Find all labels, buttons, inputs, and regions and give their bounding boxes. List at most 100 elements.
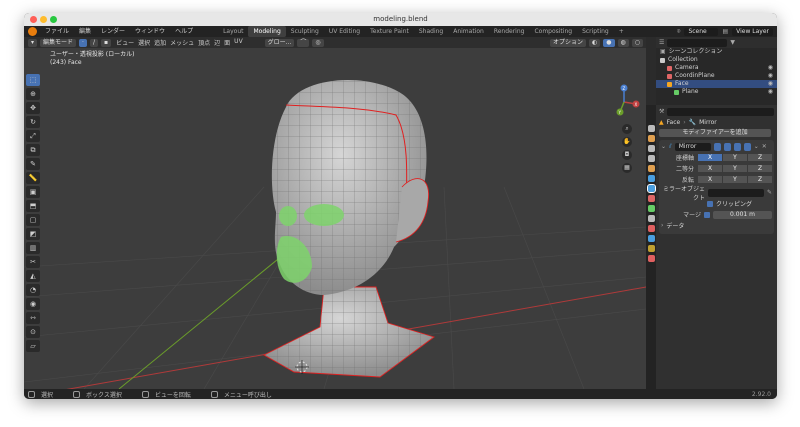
view-layer-field[interactable]: View Layer — [732, 27, 773, 36]
visibility-eye-icon[interactable]: ◉ — [768, 88, 773, 96]
blender-logo-icon[interactable] — [28, 27, 37, 36]
properties-tab-icon-11[interactable] — [647, 235, 655, 242]
shear-tool-icon[interactable]: ▱ — [26, 340, 40, 352]
edit-mode-toggle[interactable] — [713, 142, 721, 151]
add-workspace-button[interactable]: + — [614, 26, 629, 37]
menu-2[interactable]: レンダー — [96, 26, 130, 37]
axis-gizmo-icon[interactable]: X Y Z — [610, 82, 640, 122]
bevel-tool-icon[interactable]: ◩ — [26, 228, 40, 240]
head-mesh[interactable] — [271, 80, 430, 295]
viewport-menu-3[interactable]: メッシュ — [168, 38, 196, 47]
zoom-window-button[interactable] — [50, 16, 57, 23]
close-icon[interactable]: ✕ — [762, 143, 767, 150]
outliner-search-input[interactable] — [667, 38, 728, 47]
tab-sculpting[interactable]: Sculpting — [286, 26, 324, 37]
orientation-dropdown[interactable]: グロー... — [264, 38, 295, 47]
left-eye-selection[interactable] — [304, 204, 344, 226]
axis-toggle-x[interactable]: X — [698, 176, 722, 183]
properties-tab-icon-10[interactable] — [647, 225, 655, 232]
tab-layout[interactable]: Layout — [218, 26, 248, 37]
zoom-icon[interactable]: ⌕ — [622, 124, 632, 134]
visibility-eye-icon[interactable]: ◉ — [768, 64, 773, 72]
properties-editor-icon[interactable]: ⚒ — [659, 108, 664, 115]
vertex-select-button[interactable]: · — [79, 38, 87, 47]
viewport-menu-2[interactable]: 追加 — [152, 38, 168, 47]
menu-0[interactable]: ファイル — [40, 26, 74, 37]
tab-modeling[interactable]: Modeling — [248, 26, 286, 37]
smooth-tool-icon[interactable]: ◉ — [26, 298, 40, 310]
scene-field[interactable]: Scene — [684, 27, 719, 36]
viewport-menu-5[interactable]: 辺 — [212, 38, 222, 47]
visibility-eye-icon[interactable]: ◉ — [768, 80, 773, 88]
perspective-toggle-icon[interactable]: ▦ — [622, 163, 632, 173]
properties-tab-icon-8[interactable] — [647, 205, 655, 212]
properties-tab-icon-3[interactable] — [647, 155, 655, 162]
axis-toggle-x[interactable]: X — [698, 154, 722, 161]
material-shading-button[interactable]: ◍ — [617, 38, 629, 47]
edge-select-button[interactable]: / — [89, 38, 98, 47]
axis-toggle-y[interactable]: Y — [723, 176, 747, 183]
properties-tab-icon-5[interactable] — [647, 175, 655, 182]
properties-tab-icon-7[interactable] — [647, 195, 655, 202]
merge-checkbox[interactable] — [704, 211, 710, 218]
clipping-checkbox[interactable] — [707, 200, 713, 207]
tab-compositing[interactable]: Compositing — [529, 26, 577, 37]
viewport-toggle[interactable] — [733, 142, 741, 151]
menu-1[interactable]: 編集 — [74, 26, 96, 37]
tab-animation[interactable]: Animation — [448, 26, 489, 37]
measure-tool-icon[interactable]: 📏 — [26, 172, 40, 184]
properties-tab-icon-12[interactable] — [647, 245, 655, 252]
cage-toggle[interactable] — [723, 142, 731, 151]
mode-dropdown[interactable]: 編集モード — [40, 38, 77, 47]
neck-mesh[interactable] — [263, 286, 435, 378]
tab-rendering[interactable]: Rendering — [489, 26, 530, 37]
rendered-shading-button[interactable]: ○ — [631, 38, 643, 47]
modifier-name-field[interactable]: Mirror — [674, 142, 711, 151]
outliner-item-camera[interactable]: Camera ◉ — [656, 64, 777, 72]
tab-shading[interactable]: Shading — [414, 26, 448, 37]
properties-tab-icon-9[interactable] — [647, 215, 655, 222]
overlays-button[interactable]: ◐ — [589, 38, 601, 47]
menu-3[interactable]: ウィンドウ — [130, 26, 170, 37]
navigation-gizmo[interactable]: X Y Z ⌕ ✋ ◘ ▦ — [610, 82, 640, 173]
axis-toggle-z[interactable]: Z — [748, 176, 772, 183]
proportional-edit-icon[interactable]: ◎ — [312, 38, 324, 47]
edge-slide-tool-icon[interactable]: ⇿ — [26, 312, 40, 324]
properties-tab-icon-1[interactable] — [647, 135, 655, 142]
spin-tool-icon[interactable]: ◔ — [26, 284, 40, 296]
minimize-window-button[interactable] — [40, 16, 47, 23]
viewport-menu-4[interactable]: 頂点 — [196, 38, 212, 47]
extrude-tool-icon[interactable]: ⬒ — [26, 200, 40, 212]
mirror-object-field[interactable] — [708, 188, 764, 197]
properties-tab-icon-6[interactable] — [646, 184, 656, 193]
pan-hand-icon[interactable]: ✋ — [622, 137, 632, 147]
cursor-tool-icon[interactable]: ⊕ — [26, 88, 40, 100]
collapse-icon[interactable]: ⌄ — [661, 143, 666, 150]
axis-toggle-z[interactable]: Z — [748, 165, 772, 172]
axis-toggle-y[interactable]: Y — [723, 165, 747, 172]
chevron-down-icon[interactable]: ⌄ — [754, 143, 759, 150]
data-subpanel[interactable]: › データ — [661, 221, 772, 230]
eyedropper-icon[interactable]: ✎ — [767, 189, 772, 196]
axis-toggle-z[interactable]: Z — [748, 154, 772, 161]
tab-uv-editing[interactable]: UV Editing — [324, 26, 365, 37]
add-modifier-button[interactable]: モディファイアーを追加 — [659, 129, 771, 137]
viewport-menu-7[interactable]: UV — [232, 38, 245, 47]
axis-toggle-x[interactable]: X — [698, 165, 722, 172]
viewport-menu-0[interactable]: ビュー — [114, 38, 136, 47]
tab-scripting[interactable]: Scripting — [577, 26, 614, 37]
select-box-tool-icon[interactable]: ⬚ — [26, 74, 40, 86]
options-dropdown[interactable]: オプション — [549, 38, 586, 47]
properties-tab-icon-13[interactable] — [647, 255, 655, 262]
tab-texture-paint[interactable]: Texture Paint — [365, 26, 414, 37]
right-eye-selection[interactable] — [279, 206, 297, 226]
viewport-menu-6[interactable]: 面 — [222, 38, 232, 47]
properties-tab-icon-2[interactable] — [647, 145, 655, 152]
outliner-item-plane[interactable]: Plane ◉ — [656, 88, 777, 96]
knife-tool-icon[interactable]: ✂ — [26, 256, 40, 268]
properties-tab-icon-0[interactable] — [647, 125, 655, 132]
filter-icon[interactable]: ▼ — [730, 39, 735, 46]
outliner-item-face[interactable]: Face ◉ — [656, 80, 777, 88]
visibility-eye-icon[interactable]: ◉ — [768, 72, 773, 80]
transform-tool-icon[interactable]: ⧉ — [26, 144, 40, 156]
